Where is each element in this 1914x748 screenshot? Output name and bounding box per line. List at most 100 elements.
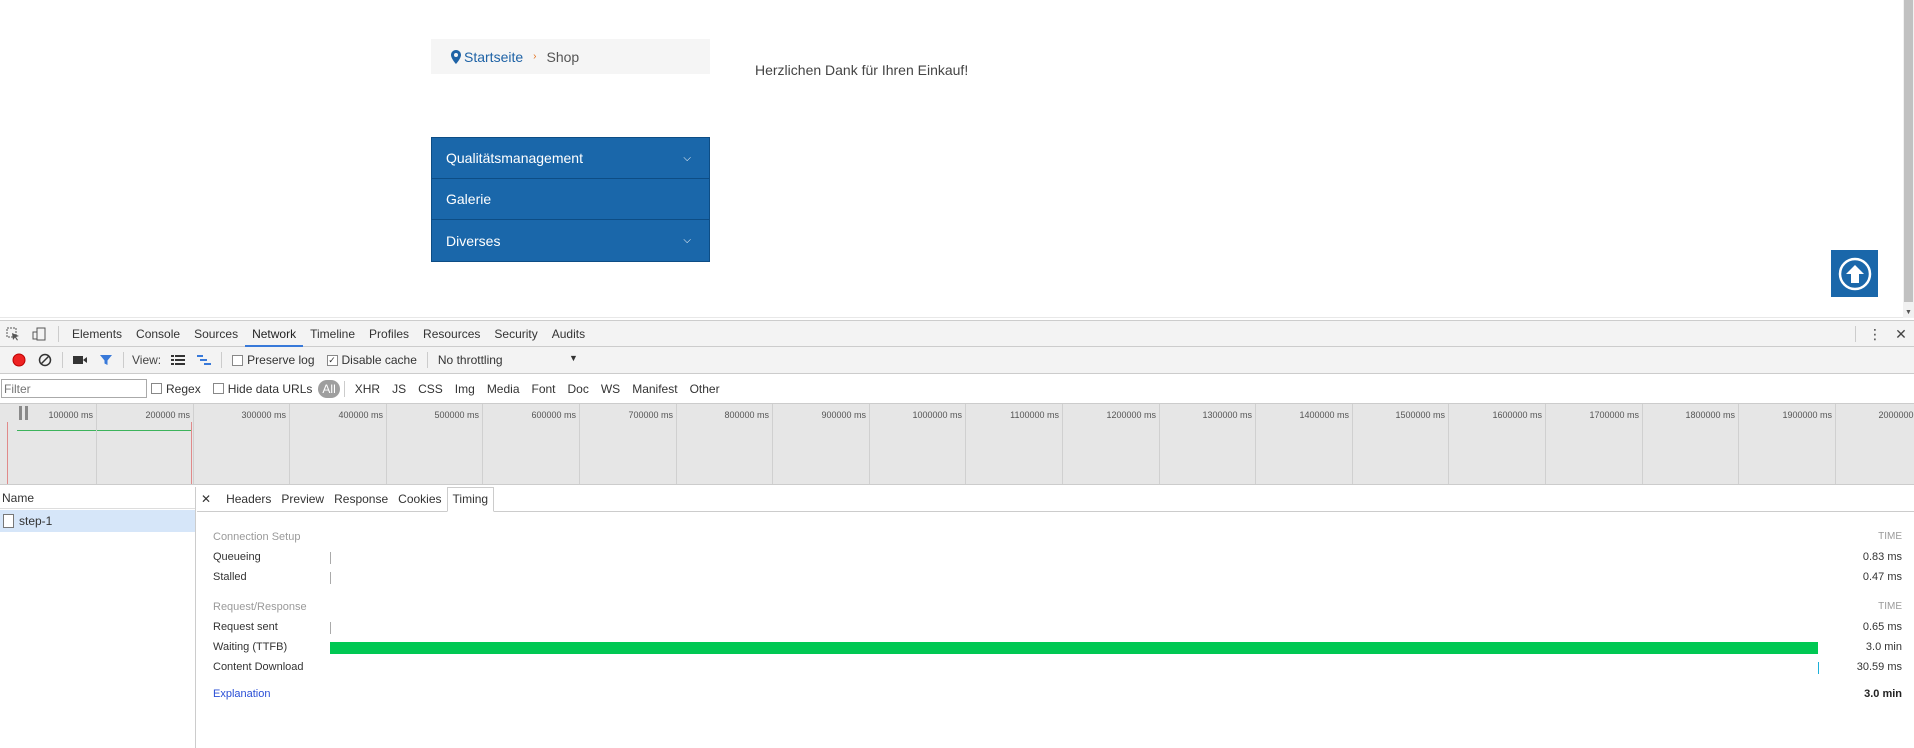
hide-data-urls-checkbox[interactable]: Hide data URLs (212, 381, 313, 396)
network-toolbar: View: Preserve log ✓ Disable cache No th… (0, 347, 1914, 374)
devtools-window-controls: ⋮ ✕ (1849, 321, 1914, 347)
filter-type-other[interactable]: Other (684, 380, 726, 398)
filter-icon[interactable] (93, 349, 119, 371)
filter-type-manifest[interactable]: Manifest (626, 380, 683, 398)
filter-type-all[interactable]: All (318, 379, 340, 398)
waterfall-overview-icon[interactable] (191, 349, 217, 371)
regex-label: Regex (166, 381, 201, 396)
tab-security[interactable]: Security (487, 321, 544, 347)
tab-timeline[interactable]: Timeline (303, 321, 362, 347)
overview-gridline (96, 404, 97, 484)
chevron-down-icon: ⌵ (683, 152, 691, 164)
filter-input[interactable] (1, 379, 147, 398)
disable-cache-checkbox[interactable]: ✓ Disable cache (326, 353, 417, 367)
time-column-header: TIME (1878, 531, 1902, 542)
tab-console[interactable]: Console (129, 321, 187, 347)
filter-type-img[interactable]: Img (449, 380, 481, 398)
overview-gridline (965, 404, 966, 484)
scrollbar-thumb[interactable] (1904, 0, 1913, 302)
web-page: Startseite › Shop Herzlichen Dank für Ih… (0, 0, 1914, 318)
connection-setup-heading: Connection Setup (213, 531, 301, 543)
overview-tick-label: 1100000 ms (1010, 410, 1059, 420)
clear-icon[interactable] (32, 349, 58, 371)
overview-gridline (386, 404, 387, 484)
inspect-element-icon[interactable] (0, 321, 26, 347)
overview-tick-label: 1300000 ms (1202, 410, 1252, 420)
timing-value: 0.65 ms (1862, 621, 1902, 633)
device-mode-icon[interactable] (26, 321, 52, 347)
tab-preview[interactable]: Preview (276, 488, 329, 511)
tab-response[interactable]: Response (329, 488, 393, 511)
checkbox-box[interactable] (151, 383, 162, 394)
hide-data-urls-label: Hide data URLs (227, 381, 313, 396)
scroll-to-top-button[interactable] (1831, 250, 1878, 297)
filter-type-media[interactable]: Media (481, 380, 526, 398)
menu-item-galerie[interactable]: Galerie (432, 179, 709, 220)
divider (62, 352, 63, 368)
tab-audits[interactable]: Audits (545, 321, 592, 347)
network-overview-timeline[interactable]: 100000 ms 200000 ms 300000 ms 400000 ms 5000… (0, 404, 1914, 485)
name-column-header[interactable]: Name (0, 487, 195, 509)
tab-resources[interactable]: Resources (416, 321, 487, 347)
timing-row-content-download: Content Download 30.59 ms (213, 660, 1902, 676)
close-icon[interactable]: ✕ (1888, 326, 1914, 343)
overview-gridline (1448, 404, 1449, 484)
breadcrumb-home-link[interactable]: Startseite (464, 49, 523, 65)
close-icon[interactable]: ✕ (201, 492, 211, 506)
pause-icon[interactable] (19, 406, 29, 420)
capture-screenshots-icon[interactable] (67, 349, 93, 371)
record-icon[interactable] (6, 349, 32, 371)
divider (221, 352, 223, 368)
request-list: Name step-1 (0, 487, 196, 748)
timing-label: Request sent (213, 621, 278, 633)
tab-network[interactable]: Network (245, 321, 304, 347)
filter-type-font[interactable]: Font (526, 380, 562, 398)
request-response-heading: Request/Response (213, 601, 307, 613)
tab-cookies[interactable]: Cookies (393, 488, 446, 511)
overview-tick-label: 700000 ms (628, 410, 673, 420)
timing-value: 0.47 ms (1862, 571, 1902, 583)
scroll-down-icon[interactable]: ▼ (1905, 309, 1912, 316)
explanation-link[interactable]: Explanation (213, 688, 271, 700)
preserve-log-checkbox[interactable]: Preserve log (232, 353, 315, 367)
filter-type-doc[interactable]: Doc (562, 380, 595, 398)
checkbox-box[interactable] (212, 383, 224, 394)
more-options-icon[interactable]: ⋮ (1862, 326, 1888, 343)
throttling-select[interactable]: No throttling ▼ (438, 353, 578, 367)
regex-checkbox[interactable]: Regex (151, 382, 201, 396)
checkbox-box-checked[interactable]: ✓ (326, 354, 338, 366)
overview-gridline (482, 404, 483, 484)
timing-row-request-sent: Request sent 0.65 ms (213, 620, 1902, 636)
overview-gridline (1738, 404, 1739, 484)
overview-tick-label: 1400000 ms (1299, 410, 1349, 420)
tab-elements[interactable]: Elements (65, 321, 129, 347)
tab-headers[interactable]: Headers (221, 488, 276, 511)
large-rows-icon[interactable] (165, 349, 191, 371)
filter-type-ws[interactable]: WS (595, 380, 626, 398)
divider (426, 352, 428, 368)
tab-sources[interactable]: Sources (187, 321, 245, 347)
filter-type-js[interactable]: JS (386, 380, 412, 398)
menu-item-label: Galerie (446, 191, 492, 207)
filter-type-xhr[interactable]: XHR (349, 380, 386, 398)
overview-tick-label: 100000 ms (48, 410, 93, 420)
checkbox-box[interactable] (232, 354, 244, 366)
menu-item-diverses[interactable]: Diverses ⌵ (432, 220, 709, 261)
tab-timing[interactable]: Timing (446, 487, 495, 512)
overview-gridline (579, 404, 580, 484)
timing-label: Stalled (213, 571, 247, 583)
load-event-marker (191, 422, 192, 484)
dropdown-arrow-icon: ▼ (568, 353, 578, 363)
overview-gridline (1642, 404, 1643, 484)
time-column-header: TIME (1878, 601, 1902, 612)
menu-item-qualitaetsmanagement[interactable]: Qualitätsmanagement ⌵ (432, 138, 709, 179)
menu-item-label: Diverses (446, 232, 501, 249)
request-row[interactable]: step-1 (0, 510, 195, 532)
request-bar (17, 430, 192, 431)
tab-profiles[interactable]: Profiles (362, 321, 416, 347)
overview-tick-label: 600000 ms (531, 410, 576, 420)
divider (123, 352, 124, 368)
page-scrollbar[interactable]: ▼ (1903, 0, 1914, 318)
filter-type-css[interactable]: CSS (412, 380, 449, 398)
arrow-up-circle-icon (1838, 257, 1871, 290)
